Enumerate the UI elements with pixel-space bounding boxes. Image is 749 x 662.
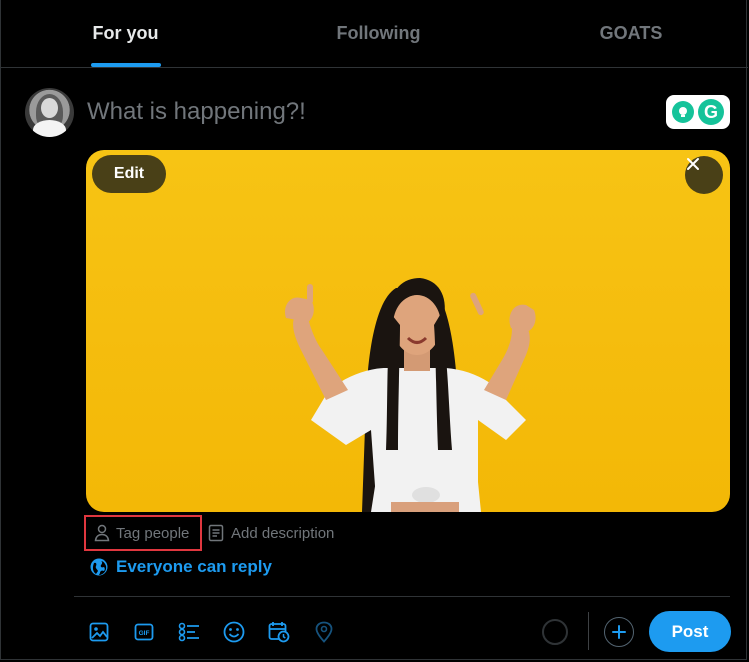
globe-icon [90, 558, 108, 576]
remove-media-button[interactable] [685, 156, 723, 194]
plus-icon [612, 625, 626, 639]
compose-input[interactable]: What is happening?! [87, 98, 306, 126]
photo-woman-pointing-up [285, 278, 536, 512]
grammarly-logo-icon[interactable]: G [698, 99, 724, 125]
edit-media-button[interactable]: Edit [92, 155, 166, 193]
tag-people-button[interactable]: Tag people [84, 515, 202, 551]
toolbar-separator [588, 612, 589, 650]
tab-goats[interactable]: GOATS [507, 0, 749, 67]
reply-setting-label: Everyone can reply [116, 557, 272, 576]
avatar[interactable] [25, 88, 74, 137]
schedule-button[interactable] [265, 618, 293, 646]
tab-following[interactable]: Following [250, 0, 507, 67]
media-button[interactable] [85, 618, 113, 646]
close-icon [687, 158, 699, 170]
gif-button[interactable]: GIF [130, 618, 158, 646]
document-icon [208, 524, 224, 542]
add-description-label: Add description [231, 524, 335, 542]
poll-button[interactable] [175, 618, 203, 646]
reply-setting-button[interactable]: Everyone can reply [90, 554, 272, 580]
active-tab-indicator [90, 63, 161, 67]
gif-icon: GIF [134, 623, 154, 641]
compose-panel: For you Following GOATS What is happenin… [0, 0, 748, 660]
media-icon [89, 622, 109, 642]
character-counter [542, 619, 568, 645]
emoji-icon [223, 621, 245, 643]
schedule-icon [268, 622, 290, 643]
poll-icon [178, 622, 199, 642]
grammarly-widget[interactable]: G [666, 95, 730, 129]
svg-text:GIF: GIF [139, 630, 150, 637]
attached-image: Edit [86, 150, 730, 512]
tag-people-label: Tag people [116, 524, 190, 542]
location-icon [315, 621, 333, 643]
person-icon [94, 524, 110, 542]
tab-for-you[interactable]: For you [1, 0, 250, 67]
timeline-tabs: For you Following GOATS [1, 0, 748, 68]
add-description-button[interactable]: Add description [208, 519, 334, 547]
add-post-button[interactable] [604, 617, 634, 647]
emoji-button[interactable] [220, 618, 248, 646]
toolbar-divider [74, 596, 730, 597]
post-button[interactable]: Post [649, 611, 731, 652]
lightbulb-icon[interactable] [672, 101, 694, 123]
location-button[interactable] [310, 618, 338, 646]
